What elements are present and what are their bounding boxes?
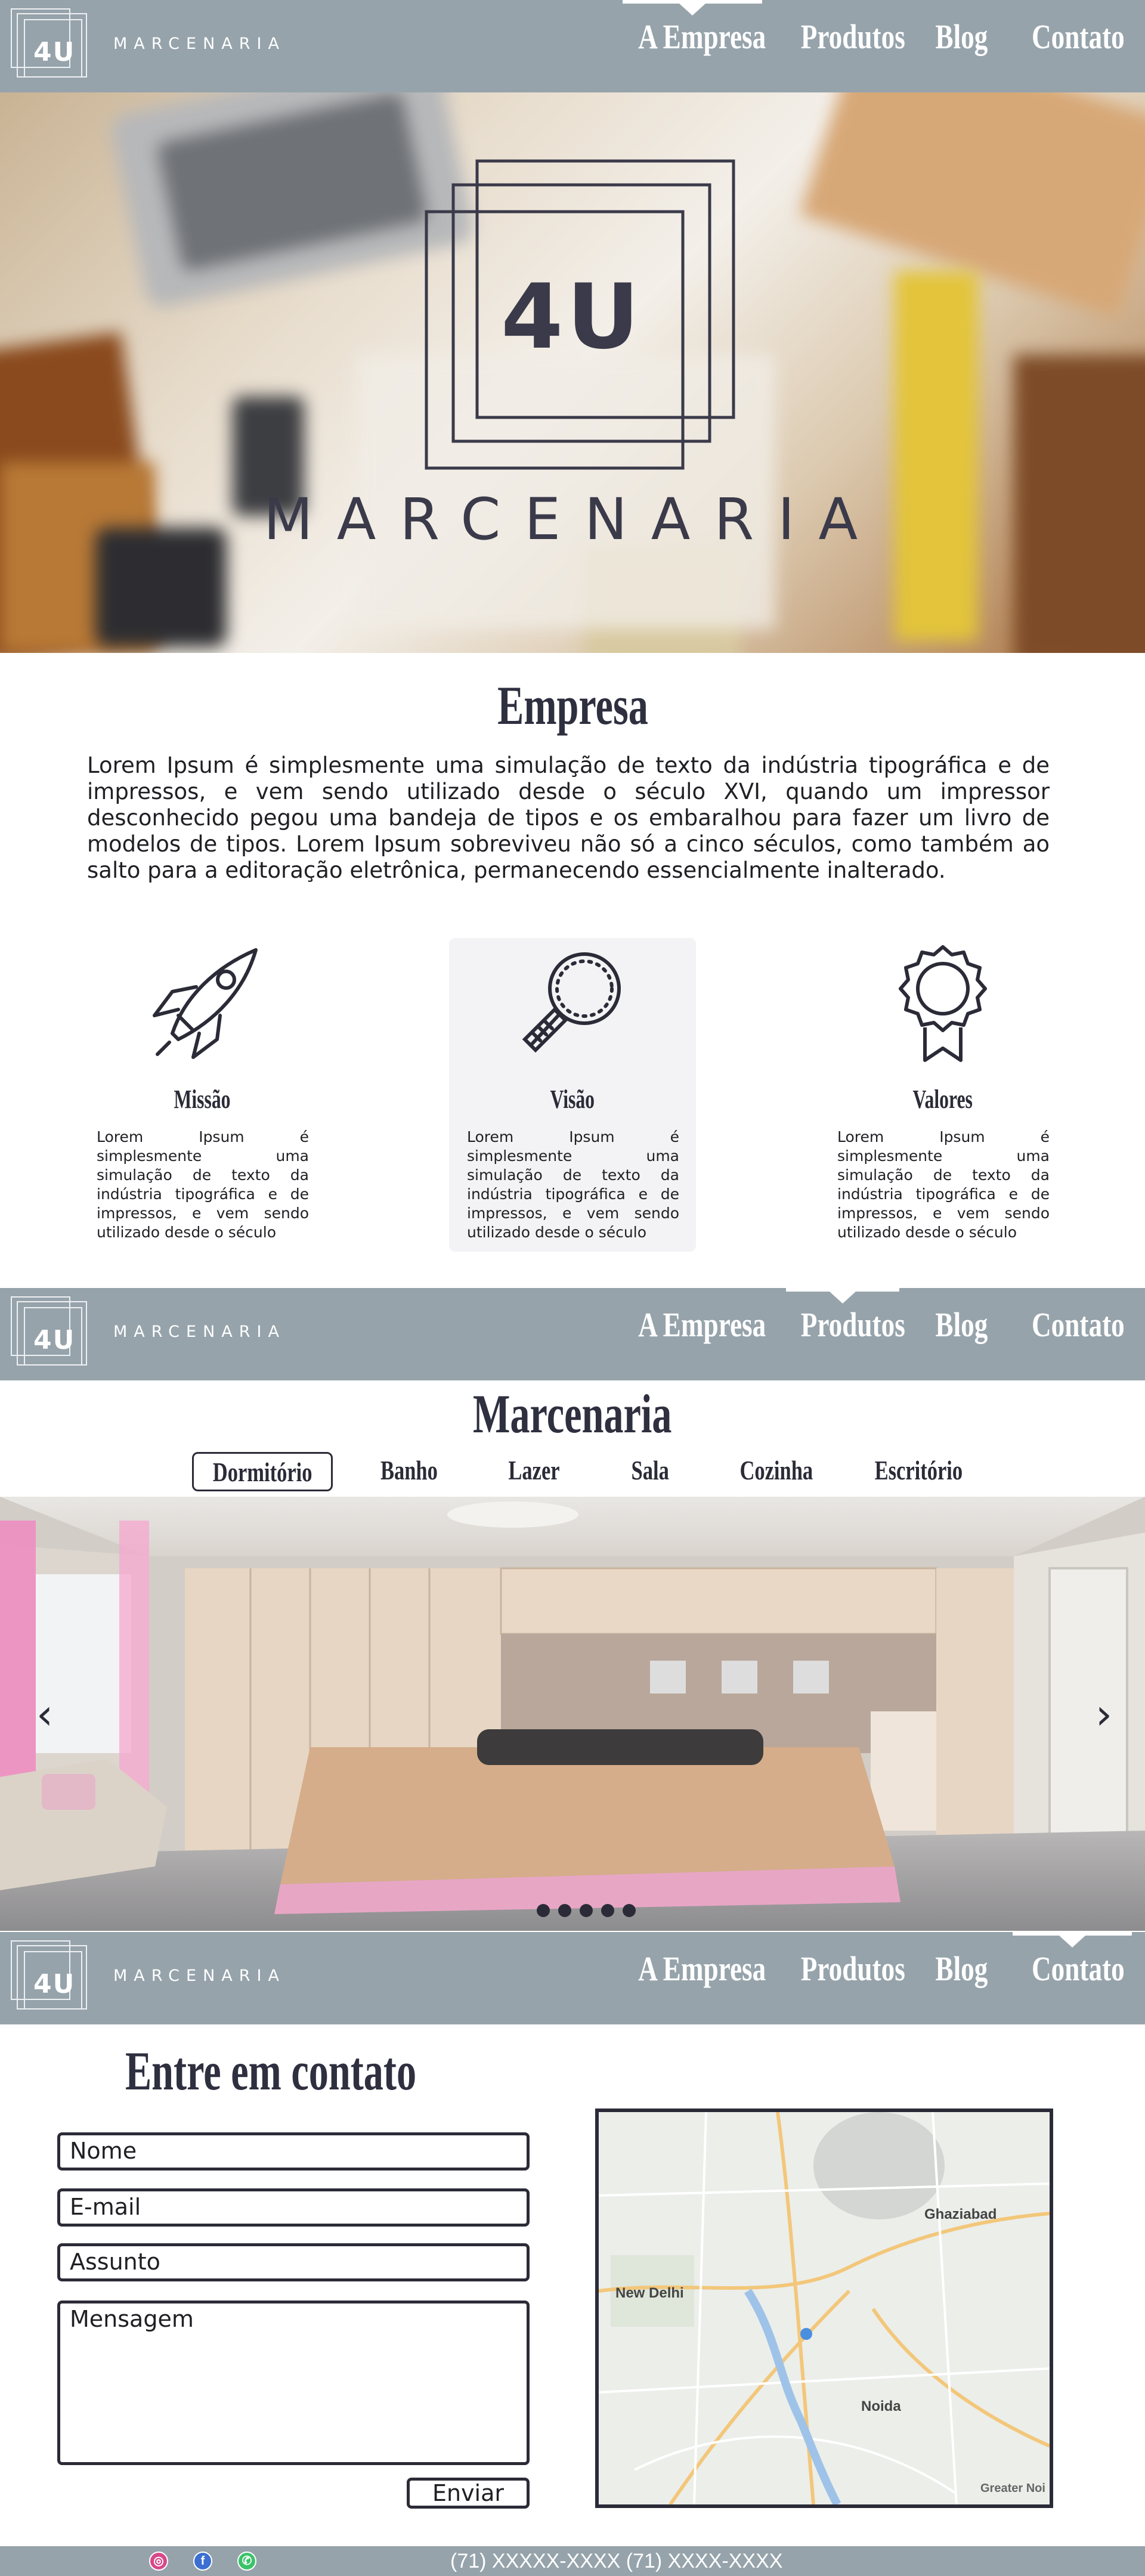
carousel-dot[interactable] (558, 1904, 571, 1917)
nav-link-blog[interactable]: Blog (928, 17, 994, 64)
hero-brand-name: MARCENARIA (263, 486, 882, 553)
location-map[interactable]: Ghaziabad New Delhi Noida Greater Noi (595, 2109, 1053, 2508)
nav-link-empresa[interactable]: A Empresa (620, 1305, 766, 1352)
vision-card[interactable]: Visão Lorem Ipsum é simplesmente uma sim… (449, 938, 696, 1252)
nav-link-contato[interactable]: Contato (1019, 1305, 1126, 1352)
nav-link-produtos[interactable]: Produtos (786, 17, 905, 64)
nav-link-contato[interactable]: Contato (1019, 1949, 1126, 1996)
about-title: Empresa (497, 675, 648, 736)
facebook-icon[interactable]: f (193, 2552, 212, 2571)
map-label: Greater Noi (980, 2482, 1045, 2495)
brand-name: MARCENARIA (113, 1323, 286, 1341)
hero-logo-text: 4U (501, 265, 643, 369)
brand-logo[interactable]: 4U (11, 1940, 100, 2018)
message-field[interactable]: Mensagem (57, 2301, 530, 2465)
nav-link-produtos[interactable]: Produtos (786, 1305, 905, 1352)
nav-active-indicator (1013, 1932, 1132, 1948)
values-title: Valores (912, 1085, 973, 1114)
mission-text: Lorem Ipsum é simplesmente uma simulação… (97, 1128, 309, 1241)
carousel-dot[interactable] (537, 1904, 550, 1917)
map-label: Ghaziabad (924, 2206, 997, 2222)
map-label: Noida (861, 2398, 901, 2414)
carousel-dot[interactable] (623, 1904, 636, 1917)
hero-logo-frames (425, 159, 735, 470)
map-roads (599, 2112, 1050, 2504)
contact-title: Entre em contato (125, 2041, 417, 2101)
vision-text: Lorem Ipsum é simplesmente uma simulação… (467, 1128, 679, 1241)
vision-title: Visão (550, 1085, 595, 1114)
brand-logo[interactable]: 4U (11, 1296, 100, 1374)
brand-name: MARCENARIA (113, 35, 286, 53)
nav-active-indicator (786, 1288, 899, 1304)
instagram-icon[interactable]: ◎ (149, 2552, 168, 2571)
tab-sala[interactable]: Sala (620, 1452, 680, 1491)
mission-title: Missão (174, 1085, 231, 1114)
values-text: Lorem Ipsum é simplesmente uma simulação… (837, 1128, 1050, 1241)
tab-dormitorio[interactable]: Dormitório (192, 1452, 333, 1491)
contact-navbar: 4U MARCENARIA A Empresa Produtos Blog Co… (0, 1932, 1145, 2024)
magnifier-icon (522, 952, 621, 1053)
rocket-icon (153, 948, 258, 1059)
nav-link-empresa[interactable]: A Empresa (620, 1949, 766, 1996)
tab-cozinha[interactable]: Cozinha (728, 1452, 825, 1491)
tab-escritorio[interactable]: Escritório (859, 1452, 978, 1491)
product-category-tabs: Dormitório Banho Lazer Sala Cozinha Escr… (0, 1452, 1145, 1494)
mission-card[interactable]: Missão Lorem Ipsum é simplesmente uma si… (79, 938, 326, 1252)
subject-field[interactable]: Assunto (57, 2243, 530, 2281)
brand-name: MARCENARIA (113, 1967, 286, 1985)
tab-banho[interactable]: Banho (369, 1452, 450, 1491)
email-field[interactable]: E-mail (57, 2188, 530, 2227)
bedroom-photo (0, 1497, 1145, 1931)
brand-logo[interactable]: 4U (11, 8, 100, 86)
hero-banner: 4U MARCENARIA (0, 92, 1145, 653)
carousel-next-arrow[interactable]: › (1083, 1693, 1125, 1735)
nav-link-empresa[interactable]: A Empresa (620, 17, 766, 64)
products-title: Marcenaria (473, 1383, 672, 1444)
nav-active-indicator (623, 0, 762, 16)
product-carousel[interactable]: ‹ › (0, 1497, 1145, 1931)
footer: ◎ f ✆ (71) XXXXX-XXXX (71) XXXX-XXXX (0, 2546, 1145, 2576)
map-label: New Delhi (615, 2285, 684, 2301)
nav-link-produtos[interactable]: Produtos (786, 1949, 905, 1996)
products-navbar: 4U MARCENARIA A Empresa Produtos Blog Co… (0, 1288, 1145, 1380)
values-card[interactable]: Valores Lorem Ipsum é simplesmente uma s… (819, 938, 1066, 1252)
carousel-dot[interactable] (601, 1904, 614, 1917)
carousel-dot[interactable] (580, 1904, 593, 1917)
carousel-prev-arrow[interactable]: ‹ (24, 1693, 66, 1735)
send-button[interactable]: Enviar (407, 2478, 530, 2509)
name-field[interactable]: Nome (57, 2132, 530, 2171)
nav-link-contato[interactable]: Contato (1019, 17, 1126, 64)
nav-link-blog[interactable]: Blog (928, 1305, 994, 1352)
whatsapp-icon[interactable]: ✆ (237, 2552, 256, 2571)
award-badge-icon (899, 945, 987, 1062)
top-navbar: 4U MARCENARIA A Empresa Produtos Blog Co… (0, 0, 1145, 92)
tab-lazer[interactable]: Lazer (495, 1452, 572, 1491)
footer-phones: (71) XXXXX-XXXX (71) XXXX-XXXX (450, 2550, 783, 2572)
nav-link-blog[interactable]: Blog (928, 1949, 994, 1996)
about-paragraph: Lorem Ipsum é simplesmente uma simulação… (87, 753, 1050, 883)
